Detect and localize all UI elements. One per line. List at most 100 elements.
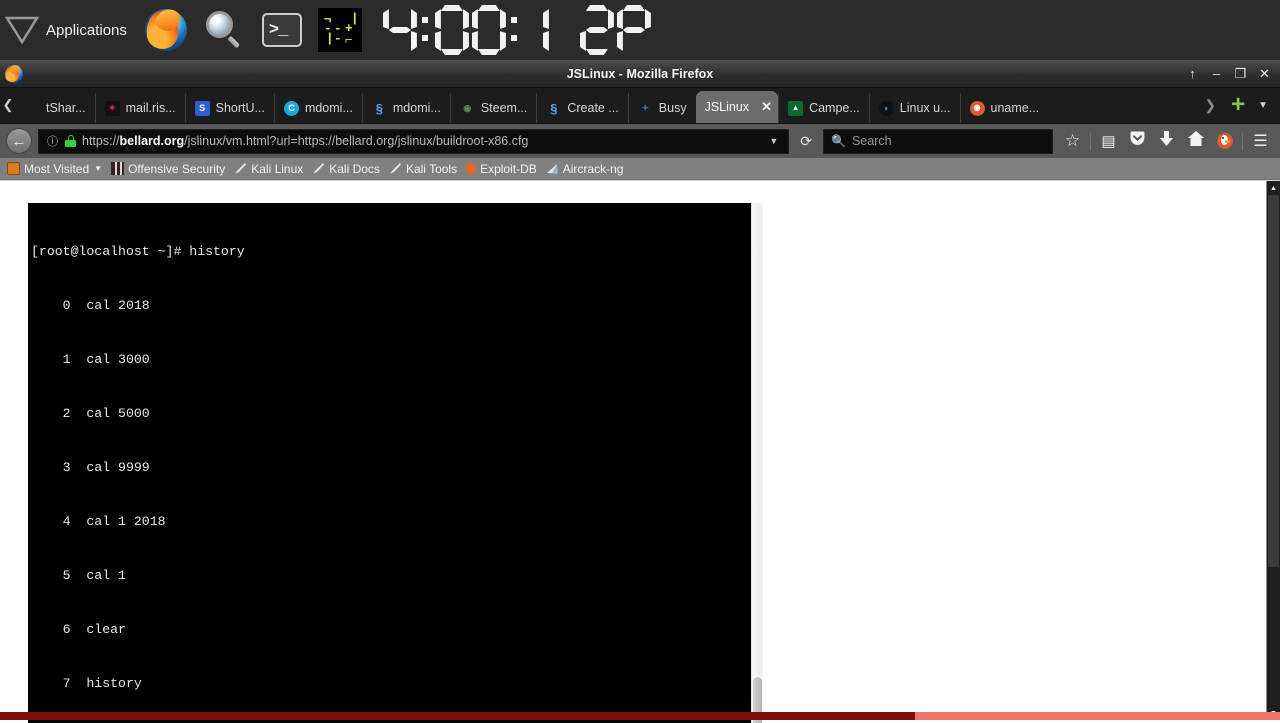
- magnifier-icon: [204, 10, 244, 50]
- tab-label: Create ...: [567, 101, 619, 115]
- tab-mdomi-1[interactable]: C mdomi...: [273, 93, 362, 123]
- tab-uname[interactable]: ◉ uname...: [959, 93, 1049, 123]
- window-shade-button[interactable]: ↑: [1186, 67, 1199, 81]
- bookmark-kali-linux[interactable]: Kali Linux: [231, 162, 309, 176]
- hamburger-menu-button[interactable]: ☰: [1247, 128, 1274, 154]
- terminal-vertical-scrollbar[interactable]: [751, 203, 763, 723]
- clock-digit-b: [580, 5, 614, 55]
- calculator-icon: - - + | ¬ - ⌐ |: [317, 8, 362, 52]
- aircrack-icon: [546, 162, 559, 175]
- window-controls: ↑ – ❐ ✕: [1186, 67, 1280, 81]
- back-button[interactable]: ←: [6, 128, 32, 154]
- terminal-output[interactable]: [root@localhost ~]# history 0 cal 2018 1…: [28, 203, 751, 723]
- firefox-icon: [3, 63, 23, 83]
- terminal-line: 6 clear: [31, 622, 126, 637]
- triangle-down-icon: [5, 15, 39, 45]
- tab-linux-u[interactable]: ◗ Linux u...: [868, 93, 960, 123]
- terminal-launcher[interactable]: >_: [253, 0, 311, 60]
- page-scrollbar-thumb[interactable]: [1268, 195, 1279, 567]
- clock-digit-a: [543, 5, 577, 55]
- bookmark-kali-tools[interactable]: Kali Tools: [386, 162, 463, 176]
- tab-label: Busy: [658, 101, 687, 115]
- url-input[interactable]: https://bellard.org/jslinux/vm.html?url=…: [82, 134, 757, 148]
- clock-digit-min-ones: [472, 5, 506, 55]
- tab-tshare[interactable]: tShar...: [16, 93, 95, 123]
- firefox-window: JSLinux - Mozilla Firefox ↑ – ❐ ✕ ❮ tSha…: [0, 60, 1280, 723]
- back-arrow-icon: ←: [11, 132, 27, 150]
- tab-label: Steem...: [480, 101, 528, 115]
- padlock-icon[interactable]: [65, 135, 76, 147]
- info-circle-icon[interactable]: ⓘ: [46, 133, 59, 149]
- window-close-button[interactable]: ✕: [1258, 67, 1271, 81]
- page-vertical-scrollbar[interactable]: ▲ ▼: [1266, 181, 1280, 720]
- tab-jslinux[interactable]: JSLinux ✕: [695, 91, 779, 123]
- list-all-tabs-button[interactable]: ▼: [1252, 100, 1274, 111]
- duckduckgo-extension-button[interactable]: [1211, 128, 1238, 154]
- bookmark-star-button[interactable]: ☆: [1059, 128, 1086, 154]
- tab-mdomi-2[interactable]: § mdomi...: [361, 93, 450, 123]
- navigation-toolbar: ← ⓘ https://bellard.org/jslinux/vm.html?…: [0, 124, 1280, 158]
- new-tab-button[interactable]: +: [1224, 91, 1252, 119]
- search-launcher[interactable]: [195, 0, 253, 60]
- pocket-button[interactable]: [1124, 128, 1151, 154]
- terminal-line: 1 cal 3000: [31, 352, 150, 367]
- window-title: JSLinux - Mozilla Firefox: [566, 66, 714, 81]
- window-minimize-button[interactable]: –: [1210, 67, 1223, 81]
- tab-strip-controls: ❯ + ▼: [1196, 87, 1280, 123]
- tab-mail-ris[interactable]: ✶ mail.ris...: [94, 93, 185, 123]
- offsec-icon: [111, 162, 125, 175]
- panel-clock: [383, 4, 651, 56]
- home-icon: [1187, 130, 1205, 152]
- terminal-scrollbar-track: [753, 205, 762, 675]
- bookmark-kali-docs[interactable]: Kali Docs: [309, 162, 386, 176]
- bookmarks-toolbar: Most Visited ▼ Offensive Security Kali L…: [0, 158, 1280, 180]
- tab-shorturl[interactable]: S ShortU...: [184, 93, 274, 123]
- scroll-up-arrow-icon[interactable]: ▲: [1267, 181, 1280, 195]
- bookmark-exploit-db[interactable]: Exploit-DB: [463, 162, 543, 176]
- tab-busy[interactable]: ✦ Busy: [627, 93, 696, 123]
- url-bar[interactable]: ⓘ https://bellard.org/jslinux/vm.html?ur…: [38, 128, 790, 154]
- bookmark-label: Kali Linux: [251, 161, 304, 176]
- applications-menu-label[interactable]: Applications: [44, 22, 137, 39]
- search-input[interactable]: Search: [852, 134, 892, 148]
- plus-icon: +: [1231, 91, 1246, 119]
- reload-button[interactable]: ⟳: [795, 133, 817, 150]
- search-bar[interactable]: 🔍 Search: [823, 128, 1053, 154]
- bookmark-label: Exploit-DB: [480, 161, 537, 176]
- clock-meridiem: [617, 5, 651, 55]
- clock-colon: [420, 5, 432, 55]
- bookmark-most-visited[interactable]: Most Visited ▼: [4, 162, 108, 176]
- chevron-down-icon: ▼: [94, 164, 103, 173]
- tab-label: ShortU...: [215, 101, 265, 115]
- tab-campe[interactable]: ▲ Campe...: [778, 93, 869, 123]
- tab-steem[interactable]: ◉ Steem...: [449, 93, 537, 123]
- kali-dragon-icon: [234, 162, 247, 175]
- cyan-hex-icon: C: [283, 100, 299, 116]
- chevron-down-icon: ▼: [1258, 99, 1268, 111]
- library-button[interactable]: ▤: [1095, 128, 1122, 154]
- firefox-icon: [142, 5, 187, 52]
- bookmark-offensive-security[interactable]: Offensive Security: [108, 162, 231, 176]
- bookmark-label: Aircrack-ng: [562, 161, 624, 176]
- kali-dragon-icon: [389, 162, 402, 175]
- bookmark-aircrack-ng[interactable]: Aircrack-ng: [543, 162, 630, 176]
- home-button[interactable]: [1182, 128, 1209, 154]
- url-domain: bellard.org: [119, 134, 185, 148]
- terminal-line: 5 cal 1: [31, 568, 126, 583]
- tab-scroll-right-button[interactable]: ❯: [1196, 97, 1224, 114]
- firefox-launcher[interactable]: [137, 0, 195, 60]
- tab-list: tShar... ✶ mail.ris... S ShortU... C mdo…: [16, 87, 1196, 123]
- duckduckgo-icon: [1216, 133, 1233, 149]
- terminal-icon: >_: [261, 13, 302, 47]
- url-history-dropdown[interactable]: ▼: [763, 136, 784, 146]
- terminal-line: [root@localhost ~]# history: [31, 244, 245, 259]
- tab-close-button[interactable]: ✕: [759, 99, 774, 115]
- tab-create[interactable]: § Create ...: [536, 93, 627, 123]
- tab-scroll-left-button[interactable]: ❮: [0, 87, 16, 123]
- calculator-launcher[interactable]: - - + | ¬ - ⌐ |: [311, 0, 369, 60]
- terminal-line: 0 cal 2018: [31, 298, 150, 313]
- hamburger-menu-icon: ☰: [1253, 133, 1268, 150]
- window-restore-button[interactable]: ❐: [1234, 67, 1247, 81]
- applications-menu-arrow[interactable]: [0, 0, 44, 60]
- downloads-button[interactable]: [1153, 128, 1180, 154]
